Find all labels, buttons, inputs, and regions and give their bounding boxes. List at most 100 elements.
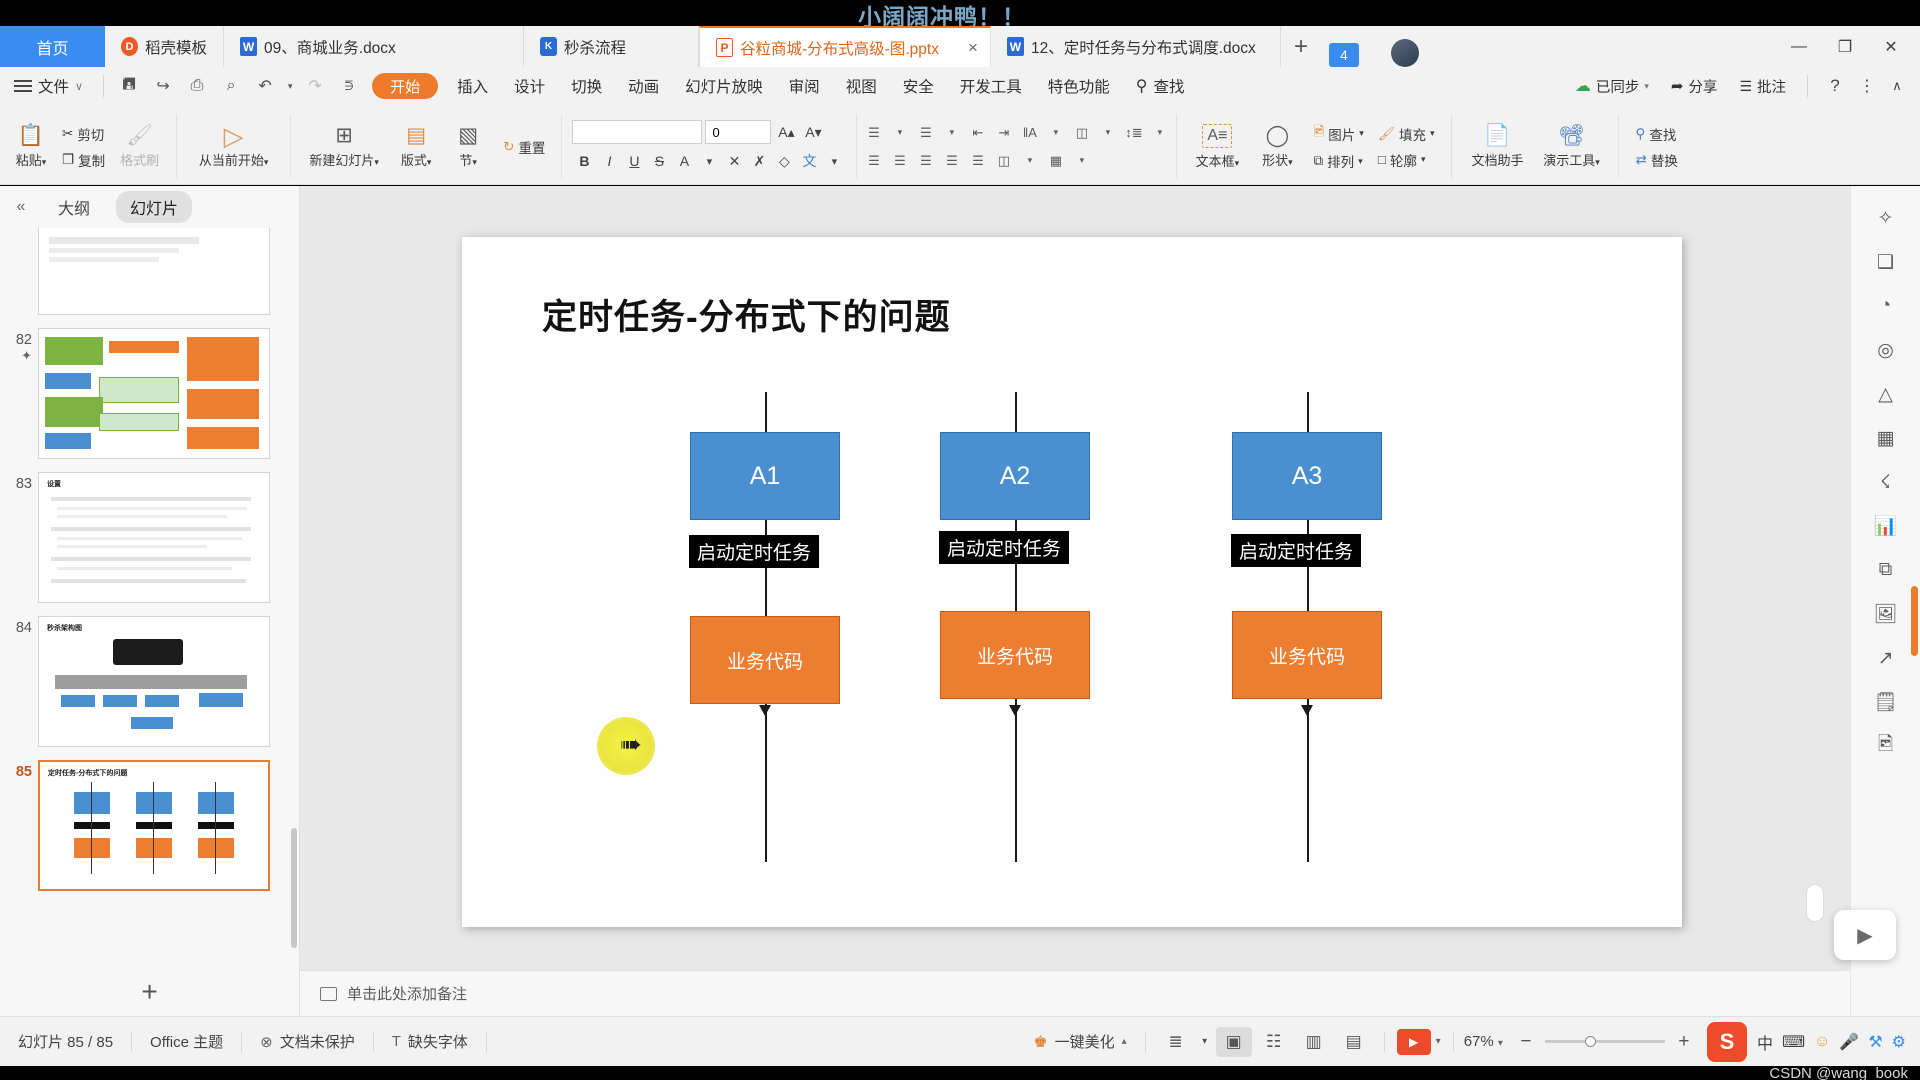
add-slide-button[interactable]: +	[0, 976, 299, 1008]
notes-pane[interactable]: 单击此处添加备注	[300, 970, 1850, 1016]
thumbnail-scrollbar[interactable]	[291, 828, 297, 948]
list-item[interactable]: 83 设置	[6, 472, 293, 603]
node-business-code-1[interactable]: 业务代码	[690, 616, 840, 704]
text-color-button[interactable]: A	[672, 149, 696, 173]
tab-slides[interactable]: 幻灯片	[116, 191, 193, 223]
export-icon[interactable]: ↗	[1871, 644, 1901, 672]
list-item[interactable]: 85 定时任务-分布式下的问题	[6, 760, 293, 891]
smartart-button[interactable]: ▦	[1043, 149, 1068, 172]
tab-design[interactable]: 设计	[501, 67, 558, 105]
wps-logo-icon[interactable]: S	[1706, 1021, 1747, 1062]
chevron-down-icon[interactable]: ▾	[822, 149, 846, 173]
reset-button[interactable]: ↻ 重置	[496, 135, 552, 159]
ime-icon[interactable]: 中	[1757, 1030, 1773, 1054]
collapse-panel-icon[interactable]: «	[10, 198, 32, 216]
tab-count-badge[interactable]: 4	[1328, 43, 1359, 67]
bold-button[interactable]: B	[572, 149, 596, 173]
view-outline-button[interactable]: ▤	[1336, 1027, 1372, 1057]
chevron-down-icon[interactable]: ▾	[1095, 121, 1120, 144]
undo-caret-icon[interactable]: ▾	[282, 71, 298, 101]
tab-guli-pptx[interactable]: P 谷粒商城-分布式高级-图.pptx ×	[699, 26, 991, 67]
grid-frame-icon[interactable]: ❑	[1871, 248, 1901, 276]
char-spacing-button[interactable]: ✗	[747, 149, 771, 173]
zoom-level-label[interactable]: 67% ▾	[1454, 1033, 1513, 1050]
notes-panel-icon[interactable]: 🗒	[1871, 688, 1901, 716]
node-business-code-3[interactable]: 业务代码	[1232, 611, 1382, 699]
doc-assistant-button[interactable]: 📄 文档助手	[1461, 109, 1535, 184]
image-panel-icon[interactable]: 🖼	[1871, 600, 1901, 628]
canvas-scroll-pill[interactable]	[1806, 884, 1824, 922]
zoom-slider-knob[interactable]	[1584, 1036, 1596, 1047]
replace-button[interactable]: ⇄ 替换	[1629, 148, 1685, 172]
list-item[interactable]	[6, 228, 293, 315]
table-icon[interactable]: ▦	[1871, 424, 1901, 452]
emoji-icon[interactable]: ☺	[1814, 1033, 1830, 1051]
decrease-font-size-button[interactable]: A▾	[801, 120, 825, 144]
tab-transition[interactable]: 切换	[558, 67, 615, 105]
decrease-indent-button[interactable]: ⇤	[965, 121, 990, 144]
apps-icon[interactable]: ☇	[1871, 468, 1901, 496]
tab-features[interactable]: 特色功能	[1035, 67, 1123, 105]
triangle-icon[interactable]: △	[1871, 380, 1901, 408]
thumbnail-image[interactable]: 秒杀架构图	[38, 616, 270, 747]
columns-button[interactable]: ◫	[991, 149, 1016, 172]
align-center-button[interactable]: ☰	[887, 149, 912, 172]
distribute-button[interactable]: ☰	[965, 149, 990, 172]
mic-icon[interactable]: 🎤	[1839, 1032, 1859, 1052]
thumbnail-image[interactable]	[38, 228, 270, 315]
tag-start-task-3[interactable]: 启动定时任务	[1231, 534, 1362, 567]
view-normal-button[interactable]: ≣	[1158, 1027, 1194, 1057]
protection-status[interactable]: ⊗ 文档未保护	[242, 1031, 373, 1052]
font-family-input[interactable]	[572, 120, 703, 144]
print-preview-icon[interactable]: ⌕	[214, 71, 248, 101]
find-button[interactable]: ⚲ 查找	[1629, 122, 1685, 146]
redo-icon[interactable]: ↷	[298, 71, 332, 101]
sync-status-button[interactable]: ☁ 已同步 ▾	[1566, 67, 1658, 105]
underline-button[interactable]: U	[622, 149, 646, 173]
align-left-button[interactable]: ☰	[861, 149, 886, 172]
chevron-down-icon[interactable]: ▾	[1147, 121, 1172, 144]
copy-button[interactable]: ❐ 复制	[55, 148, 112, 172]
more-options-icon[interactable]: ⋮	[1854, 71, 1880, 101]
justify-button[interactable]: ☰	[939, 149, 964, 172]
increase-indent-button[interactable]: ⇥	[991, 121, 1016, 144]
bullets-button[interactable]: ☰	[861, 121, 886, 144]
increase-font-size-button[interactable]: A▴	[774, 120, 798, 144]
tab-dingshi-docx[interactable]: W 12、定时任务与分布式调度.docx	[991, 26, 1281, 67]
tools-icon[interactable]: ⚒	[1868, 1032, 1882, 1052]
thumbnail-image-current[interactable]: 定时任务-分布式下的问题	[38, 760, 270, 891]
node-business-code-2[interactable]: 业务代码	[940, 611, 1090, 699]
tab-outline[interactable]: 大纲	[44, 191, 104, 223]
node-a2[interactable]: A2	[940, 432, 1090, 520]
highlight-button[interactable]: ◇	[772, 149, 796, 173]
font-size-input[interactable]: 0	[705, 120, 772, 144]
list-item[interactable]: 82 ✦	[6, 328, 293, 459]
save-as-icon[interactable]: ↪	[146, 71, 180, 101]
chevron-down-icon[interactable]: ▾	[1198, 1027, 1212, 1057]
chevron-down-icon[interactable]: ▾	[887, 121, 912, 144]
comment-button[interactable]: ☰ 批注	[1730, 67, 1795, 105]
flow-icon[interactable]: ⧉	[1871, 556, 1901, 584]
textbox-button[interactable]: A≡ 文本框▾	[1186, 109, 1248, 184]
start-from-current-button[interactable]: ▷ 从当前开始▾	[186, 109, 281, 184]
theme-status[interactable]: Office 主题	[132, 1031, 241, 1052]
print-icon[interactable]: ⎙	[180, 71, 214, 101]
slide-title[interactable]: 定时任务-分布式下的问题	[542, 289, 951, 340]
tab-daoke-template[interactable]: D 稻壳模板	[105, 26, 225, 67]
floating-play-button[interactable]: ▶	[1834, 910, 1896, 960]
keyboard-icon[interactable]: ⌨	[1782, 1032, 1805, 1052]
chevron-down-icon[interactable]: ▾	[1017, 149, 1042, 172]
canvas-scrollbar[interactable]	[1839, 192, 1848, 214]
outline-button[interactable]: □ 轮廓 ▾	[1371, 148, 1442, 172]
numbering-button[interactable]: ☰	[913, 121, 938, 144]
thumbnail-list[interactable]: 82 ✦ 83 设置 84 秒杀架构图 85 定时任务-分布式下的问题	[0, 228, 299, 966]
italic-button[interactable]: I	[597, 149, 621, 173]
section-button[interactable]: ▧ 节▾	[444, 109, 492, 184]
arrange-button[interactable]: ⧉ 排列 ▾	[1306, 149, 1370, 173]
window-close-icon[interactable]: ✕	[1868, 26, 1914, 67]
avatar[interactable]	[1390, 39, 1419, 67]
customize-quick-access-icon[interactable]: ⋽	[332, 71, 366, 101]
picture-button[interactable]: 🖻 图片 ▾	[1306, 120, 1370, 147]
panel-scroll-indicator[interactable]	[1911, 586, 1918, 656]
window-maximize-icon[interactable]: ❐	[1822, 26, 1868, 67]
